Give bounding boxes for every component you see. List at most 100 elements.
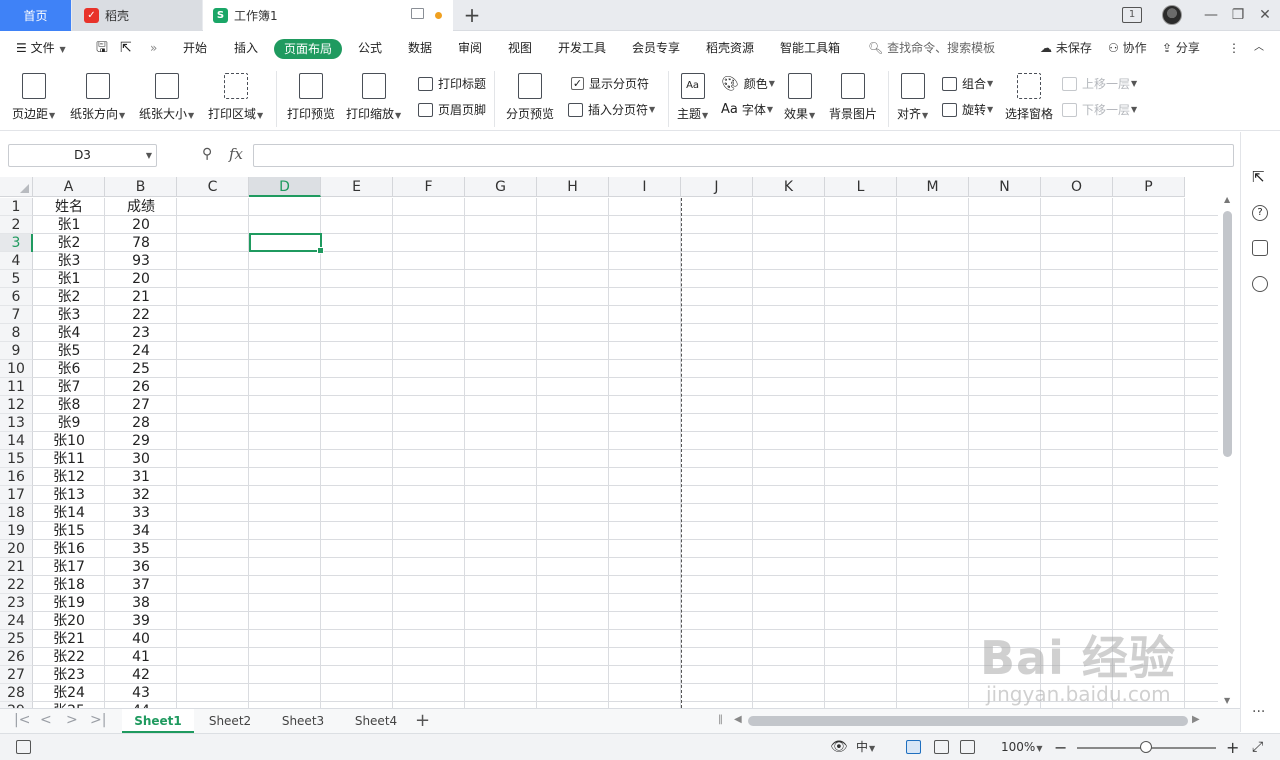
minimize-icon[interactable]: — [1202,6,1220,24]
more-horizontal-icon[interactable]: ··· [1252,704,1268,720]
rotate-button[interactable]: 旋转 ▼ [942,101,993,118]
sheet-tab-4[interactable]: Sheet4 [340,709,412,733]
row-header-11[interactable]: 11 [0,378,33,396]
zoom-lens-icon[interactable]: ⚲ [202,146,212,162]
eye-protection-icon[interactable]: 👁︎ [830,734,848,760]
column-header-i[interactable]: I [609,177,681,197]
cell-b18[interactable]: 33 [105,504,177,522]
input-method-icon[interactable]: 中▼ [856,734,875,760]
menu-start[interactable]: 开始 [183,31,207,65]
vertical-scrollbar[interactable]: ▲ ▼ [1218,177,1240,708]
header-footer-button[interactable]: 页眉页脚 [418,101,486,118]
scroll-down-icon[interactable]: ▼ [1224,696,1230,705]
row-header-6[interactable]: 6 [0,288,33,306]
scroll-right-icon[interactable]: ▶ [1192,714,1200,725]
collab-button[interactable]: ⚇ 协作 [1108,31,1147,65]
row-header-14[interactable]: 14 [0,432,33,450]
column-header-b[interactable]: B [105,177,177,197]
print-titles-button[interactable]: 打印标题 [418,75,486,92]
row-header-3[interactable]: 3 [0,234,33,252]
show-page-breaks-checkbox[interactable]: ✓ 显示分页符 [571,75,649,92]
cell-b25[interactable]: 40 [105,630,177,648]
column-header-a[interactable]: A [33,177,105,197]
cell-a3[interactable]: 张2 [33,234,105,252]
cell-b16[interactable]: 31 [105,468,177,486]
macro-record-icon[interactable] [16,740,31,754]
more-arrows-icon[interactable]: » [150,31,157,65]
menu-page-layout[interactable]: 页面布局 [274,39,343,59]
save-icon[interactable]: 🖫 [96,31,108,65]
cell-a5[interactable]: 张1 [33,270,105,288]
location-icon[interactable] [1252,276,1268,292]
row-header-26[interactable]: 26 [0,648,33,666]
bring-forward-button[interactable]: 上移一层 ▼ [1062,75,1137,92]
close-icon[interactable]: ✕ [1256,6,1274,24]
menu-developer[interactable]: 开发工具 [558,31,606,65]
column-header-l[interactable]: L [825,177,897,197]
column-header-d[interactable]: D [249,177,321,197]
cursor-icon[interactable]: ⇱ [1252,168,1268,186]
cell-b28[interactable]: 43 [105,684,177,702]
column-header-e[interactable]: E [321,177,393,197]
cell-b13[interactable]: 28 [105,414,177,432]
group-button[interactable]: 组合 ▼ [942,75,993,92]
menu-smart-toolbox[interactable]: 智能工具箱 [780,31,840,65]
split-handle-icon[interactable]: ‖ [718,714,723,725]
row-header-17[interactable]: 17 [0,486,33,504]
margins-button[interactable]: 页边距▼ [12,73,55,122]
print-scale-button[interactable]: 打印缩放▼ [346,73,401,122]
cell-a15[interactable]: 张11 [33,450,105,468]
tab-workbook[interactable]: S 工作簿1 [203,0,453,31]
cell-a25[interactable]: 张21 [33,630,105,648]
cell-b9[interactable]: 24 [105,342,177,360]
cell-a16[interactable]: 张12 [33,468,105,486]
cell-a20[interactable]: 张16 [33,540,105,558]
row-header-23[interactable]: 23 [0,594,33,612]
cell-a28[interactable]: 张24 [33,684,105,702]
page-break-preview-button[interactable]: 分页预览 [506,73,554,122]
row-header-18[interactable]: 18 [0,504,33,522]
row-header-7[interactable]: 7 [0,306,33,324]
restore-icon[interactable]: ❐ [1229,6,1247,24]
row-header-5[interactable]: 5 [0,270,33,288]
tab-home[interactable]: 首页 [0,0,71,31]
background-image-button[interactable]: 背景图片 [829,73,877,122]
cell-a23[interactable]: 张19 [33,594,105,612]
page-break-view-icon[interactable] [960,740,975,754]
column-header-n[interactable]: N [969,177,1041,197]
menu-formula[interactable]: 公式 [358,31,382,65]
command-search[interactable]: 🔍︎ 查找命令、搜索模板 [868,31,995,65]
column-header-o[interactable]: O [1041,177,1113,197]
menu-daoke-resources[interactable]: 稻壳资源 [706,31,754,65]
cell-a18[interactable]: 张14 [33,504,105,522]
row-header-8[interactable]: 8 [0,324,33,342]
cell-b3[interactable]: 78 [105,234,177,252]
name-box[interactable]: D3 ▼ [8,144,157,167]
fx-icon[interactable]: fx [229,145,243,163]
row-header-28[interactable]: 28 [0,684,33,702]
row-header-20[interactable]: 20 [0,540,33,558]
help-icon[interactable]: ? [1252,205,1268,221]
effects-button[interactable]: 效果▼ [784,73,815,122]
scroll-up-icon[interactable]: ▲ [1224,195,1230,204]
print-area-button[interactable]: 打印区域▼ [208,73,263,122]
column-header-p[interactable]: P [1113,177,1185,197]
cell-b17[interactable]: 32 [105,486,177,504]
cell-a1[interactable]: 姓名 [33,198,105,216]
cell-a8[interactable]: 张4 [33,324,105,342]
menu-view[interactable]: 视图 [508,31,532,65]
more-menu-icon[interactable]: ⋮ [1228,31,1240,65]
scroll-left-icon[interactable]: ◀ [734,714,742,725]
colors-button[interactable]: 🎨︎ 颜色 ▼ [721,75,775,92]
cell-a13[interactable]: 张9 [33,414,105,432]
cell-b2[interactable]: 20 [105,216,177,234]
cell-b26[interactable]: 41 [105,648,177,666]
orientation-button[interactable]: 纸张方向▼ [70,73,125,122]
zoom-level[interactable]: 100%▼ [1001,734,1042,760]
collapse-ribbon-icon[interactable]: ︿ [1254,31,1264,65]
share-button[interactable]: ⇪ 分享 [1162,31,1200,65]
cell-b14[interactable]: 29 [105,432,177,450]
cell-b6[interactable]: 21 [105,288,177,306]
cell-b21[interactable]: 36 [105,558,177,576]
cell-a12[interactable]: 张8 [33,396,105,414]
